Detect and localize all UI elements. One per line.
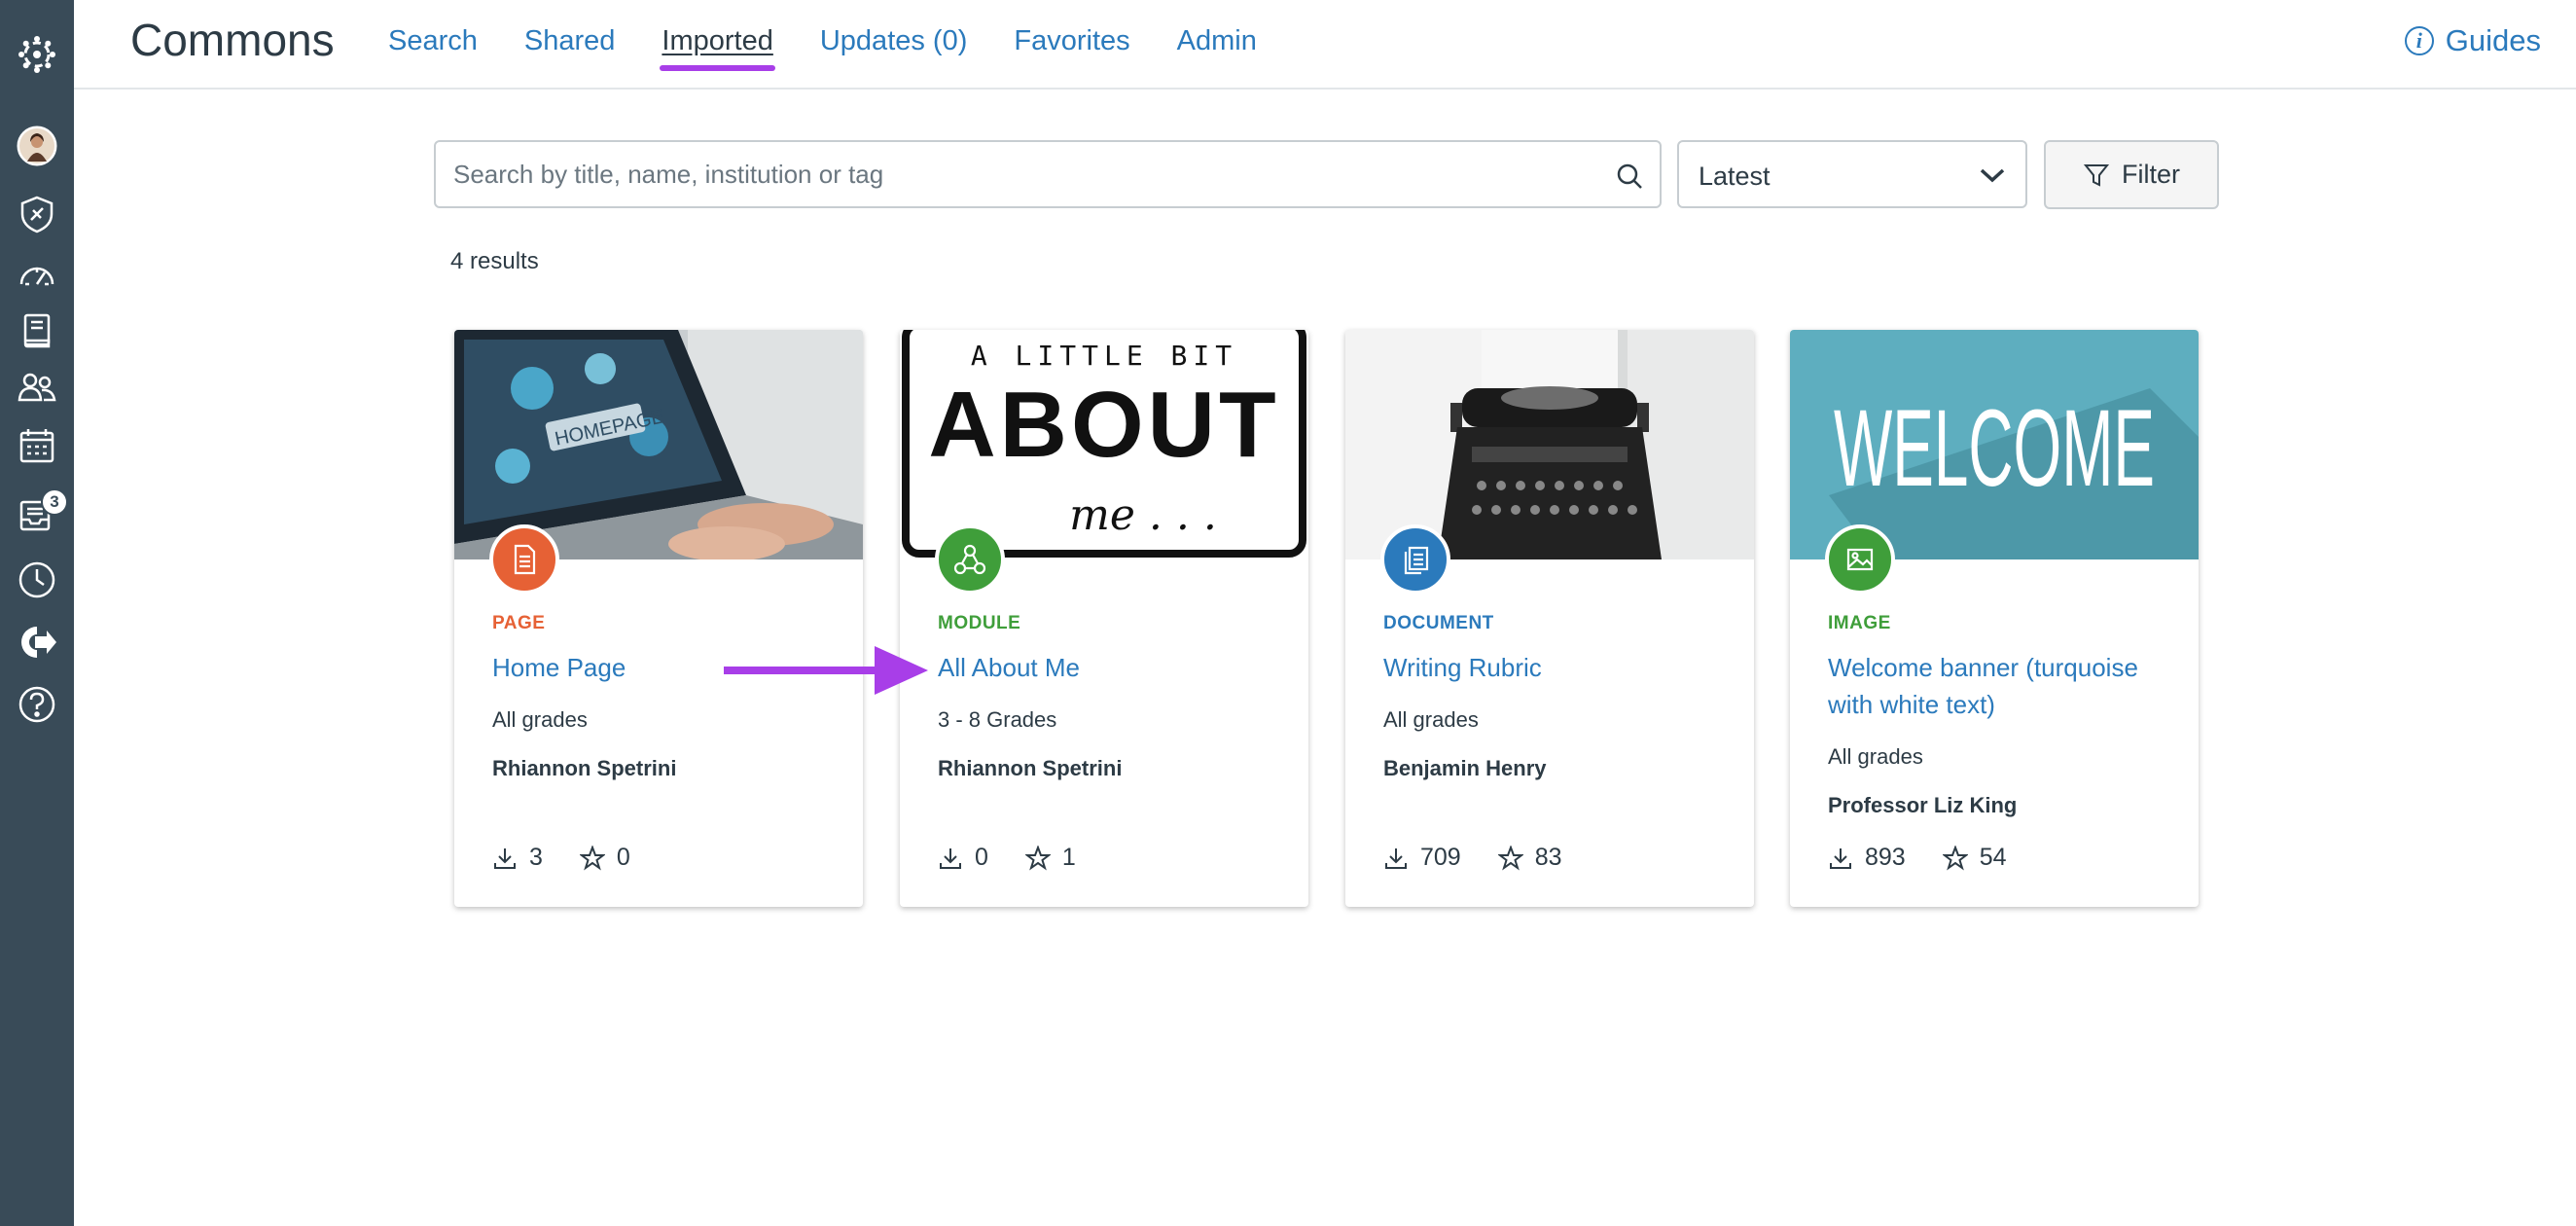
favorite-count-value: 0 <box>616 844 630 871</box>
document-type-icon <box>1380 524 1450 595</box>
annotation-arrow-icon <box>724 646 928 695</box>
favorite-count: 54 <box>1942 844 2007 872</box>
chevron-down-icon <box>1980 168 2005 183</box>
download-count-value: 0 <box>975 844 988 871</box>
filter-label: Filter <box>2122 160 2180 189</box>
favorite-count-value: 83 <box>1534 844 1562 871</box>
card-stats: 3 0 <box>492 844 667 872</box>
commons-share-icon[interactable] <box>0 615 74 669</box>
download-count: 3 <box>492 844 543 872</box>
history-clock-icon[interactable] <box>0 553 74 607</box>
resource-type: MODULE <box>938 613 1021 633</box>
tab-search[interactable]: Search <box>388 25 478 57</box>
main-nav: Search Shared Imported Updates (0) Favor… <box>388 25 1257 71</box>
inbox-icon[interactable]: 3 <box>0 487 74 541</box>
download-count: 0 <box>938 844 988 872</box>
download-count: 709 <box>1383 844 1461 872</box>
download-icon <box>1830 847 1851 869</box>
download-count: 893 <box>1828 844 1906 872</box>
favorite-count-value: 54 <box>1979 844 2007 871</box>
download-icon <box>1385 847 1407 869</box>
favorite-count: 83 <box>1497 844 1562 872</box>
search-field <box>434 140 1662 208</box>
favorite-count: 1 <box>1024 844 1076 872</box>
card-stats: 0 1 <box>938 844 1113 872</box>
groups-people-icon[interactable] <box>0 360 74 415</box>
guides-link[interactable]: i Guides <box>2404 23 2541 58</box>
search-input[interactable] <box>453 142 1601 206</box>
tab-shared[interactable]: Shared <box>524 25 616 57</box>
download-icon <box>494 847 516 869</box>
app-title: Commons <box>130 15 335 65</box>
grade-level: 3 - 8 Grades <box>938 707 1057 732</box>
resource-type: DOCUMENT <box>1383 613 1494 633</box>
thumbnail-caption: WELCOME <box>1834 387 2155 509</box>
sort-select[interactable]: Latest <box>1677 140 2027 208</box>
resource-card[interactable]: WELCOME IMAGE Welcome banner (turquoise … <box>1790 330 2199 907</box>
author-name: Professor Liz King <box>1828 793 2018 817</box>
filter-funnel-icon <box>2083 163 2110 187</box>
help-icon[interactable] <box>0 677 74 732</box>
author-name: Benjamin Henry <box>1383 756 1547 780</box>
star-icon <box>1497 845 1523 871</box>
search-icon[interactable] <box>1615 162 1644 191</box>
download-count-value: 893 <box>1865 844 1906 871</box>
download-count-value: 3 <box>529 844 543 871</box>
card-stats: 893 54 <box>1828 844 2044 872</box>
grade-level: All grades <box>492 707 588 732</box>
tab-updates[interactable]: Updates (0) <box>820 25 968 57</box>
favorite-count-value: 1 <box>1061 844 1076 871</box>
app-header: Commons Search Shared Imported Updates (… <box>74 0 2576 90</box>
global-navigation: 3 <box>0 0 74 1226</box>
courses-book-icon[interactable] <box>0 304 74 358</box>
thumbnail-caption-line-2: ABOUT <box>928 373 1279 477</box>
download-count-value: 709 <box>1420 844 1461 871</box>
canvas-logo-icon[interactable] <box>0 27 74 82</box>
grade-level: All grades <box>1828 744 1923 769</box>
account-avatar-icon[interactable] <box>0 119 74 173</box>
sort-selected-value: Latest <box>1699 162 1771 191</box>
favorite-count: 0 <box>579 844 630 872</box>
admin-shield-icon[interactable] <box>0 187 74 241</box>
resource-card[interactable]: DOCUMENT Writing Rubric All grades Benja… <box>1345 330 1754 907</box>
grade-level: All grades <box>1383 707 1479 732</box>
inbox-unread-badge: 3 <box>41 488 68 516</box>
author-name: Rhiannon Spetrini <box>492 756 677 780</box>
star-icon <box>579 845 605 871</box>
resource-type: PAGE <box>492 613 546 633</box>
resource-card[interactable]: HOMEPAGE PAGE Home Page All grades Rhian… <box>454 330 863 907</box>
star-icon <box>1942 845 1968 871</box>
tab-admin[interactable]: Admin <box>1177 25 1257 57</box>
calendar-icon[interactable] <box>0 418 74 473</box>
resource-title-link[interactable]: Writing Rubric <box>1383 649 1724 686</box>
resource-title-link[interactable]: Welcome banner (turquoise with white tex… <box>1828 649 2168 723</box>
image-type-icon <box>1825 524 1895 595</box>
download-icon <box>940 847 961 869</box>
tab-imported[interactable]: Imported <box>660 25 776 71</box>
module-type-icon <box>935 524 1005 595</box>
resource-title-link[interactable]: All About Me <box>938 649 1278 686</box>
author-name: Rhiannon Spetrini <box>938 756 1123 780</box>
filter-button[interactable]: Filter <box>2044 140 2219 209</box>
thumbnail-caption-line-3: me . . . <box>1069 490 1217 540</box>
page-type-icon <box>489 524 559 595</box>
star-icon <box>1024 845 1051 871</box>
guides-label: Guides <box>2445 23 2541 57</box>
tab-favorites[interactable]: Favorites <box>1014 25 1129 57</box>
resource-type: IMAGE <box>1828 613 1891 633</box>
info-icon: i <box>2404 26 2434 55</box>
card-stats: 709 83 <box>1383 844 1599 872</box>
results-count: 4 results <box>450 248 539 274</box>
thumbnail-caption-line-1: A LITTLE BIT <box>971 340 1237 372</box>
dashboard-icon[interactable] <box>0 249 74 304</box>
resource-card[interactable]: A LITTLE BIT ABOUT me . . . MODULE All A… <box>900 330 1308 907</box>
